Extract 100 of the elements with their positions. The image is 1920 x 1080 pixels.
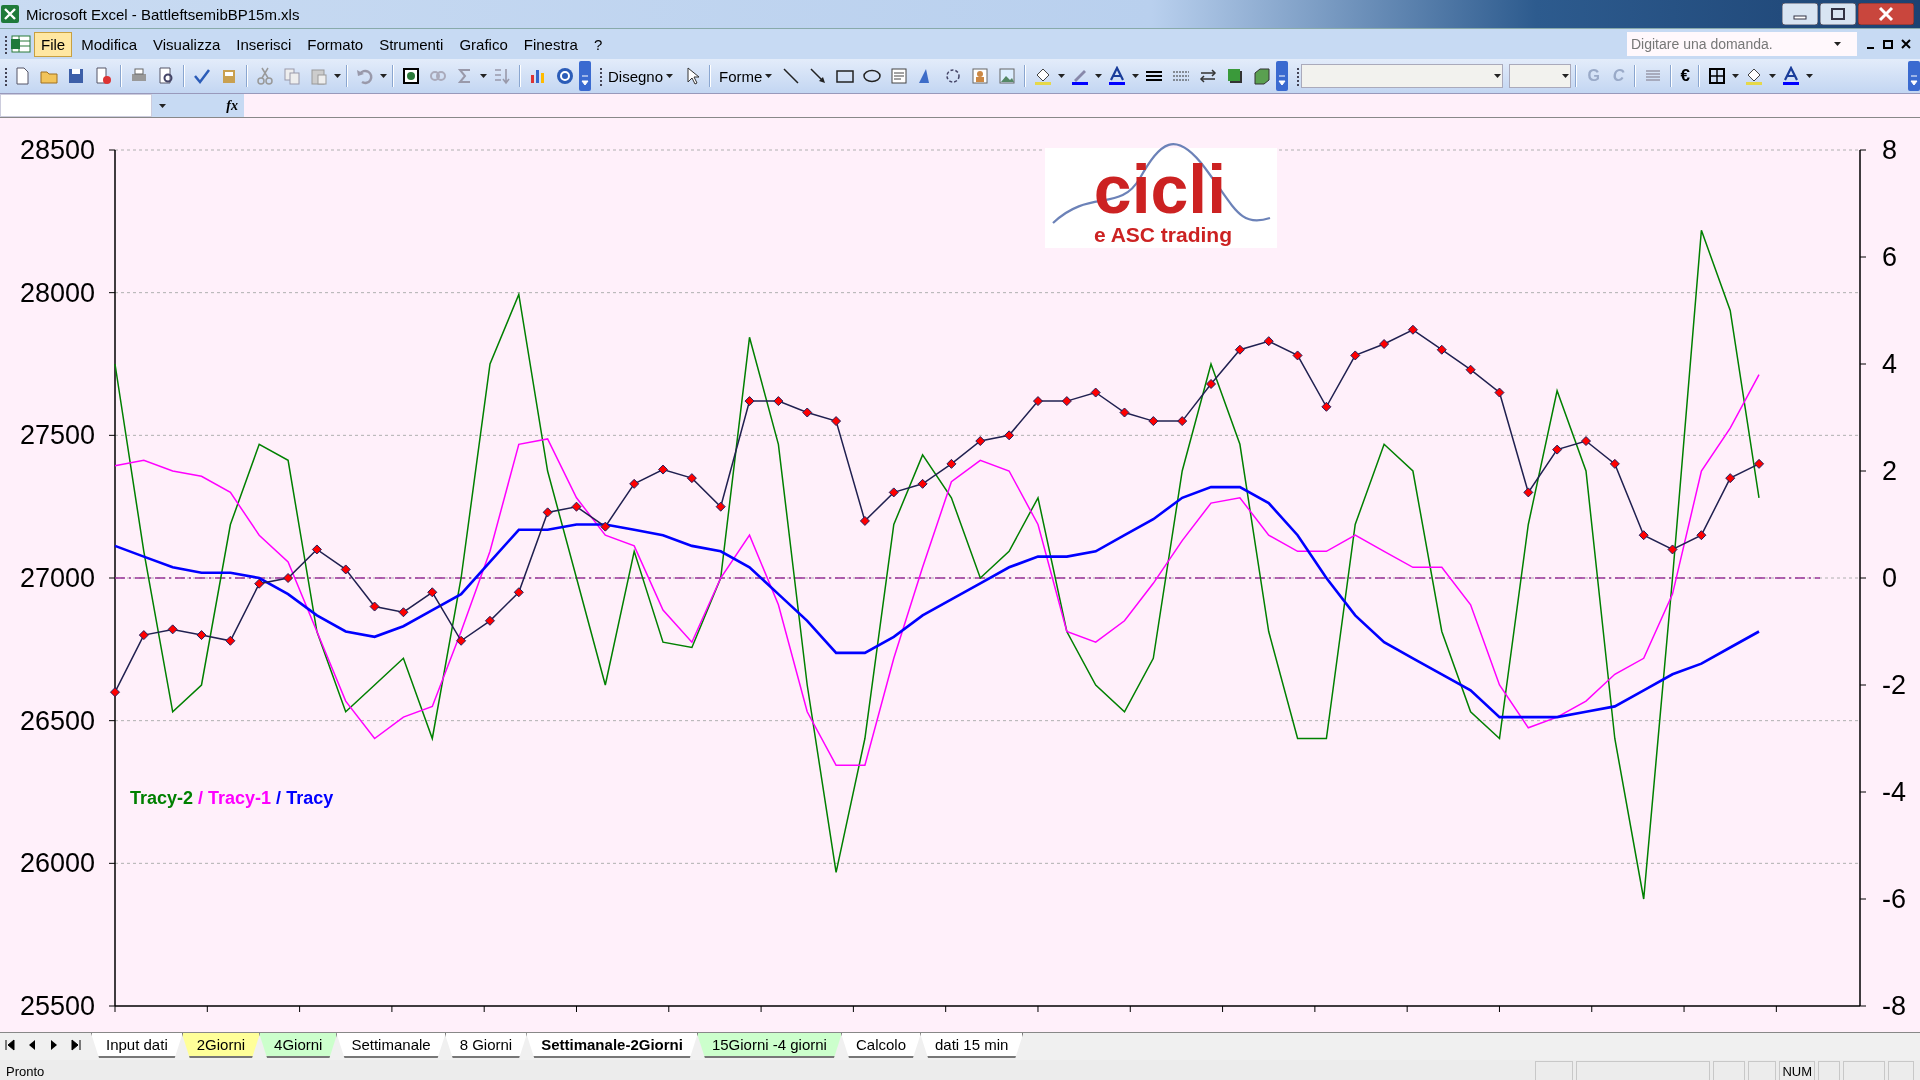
sheet-tab[interactable]: Settimanale [336, 1033, 446, 1058]
axis-label: -4 [1882, 777, 1906, 807]
axis-label: -2 [1882, 670, 1906, 700]
close-icon[interactable] [1858, 3, 1914, 25]
data-point [196, 630, 207, 641]
legend: Tracy-2 / Tracy-1 / Tracy [130, 788, 334, 808]
data-point [398, 607, 409, 618]
toolbar-options-icon[interactable] [1276, 61, 1289, 91]
menu-item[interactable]: Finestra [516, 31, 585, 57]
data-point [1696, 530, 1707, 541]
restore-icon[interactable] [1820, 3, 1856, 25]
axis-label: 4 [1882, 349, 1898, 379]
fill-color-icon[interactable] [1033, 66, 1054, 86]
first-sheet-icon[interactable] [4, 1039, 16, 1051]
sheet-tab[interactable]: 8 Giorni [444, 1033, 528, 1058]
sheet-tab[interactable]: 4Giorni [259, 1033, 338, 1058]
caret-icon[interactable] [333, 71, 342, 81]
sheet-tab[interactable]: 15Giorni -4 giorni [696, 1033, 842, 1058]
data-point [975, 436, 986, 447]
caret-icon[interactable] [1131, 71, 1141, 81]
help-icon[interactable] [555, 66, 575, 86]
caret-icon[interactable] [379, 71, 388, 81]
data-point [254, 578, 265, 589]
data-point [456, 635, 467, 646]
axis-label: 2 [1882, 456, 1898, 486]
data-point [1407, 324, 1418, 335]
cube-icon[interactable] [1252, 66, 1273, 86]
data-point [1206, 378, 1217, 389]
sheet-tab[interactable]: Settimanale-2Giorni [526, 1033, 698, 1058]
caret-icon[interactable] [1493, 71, 1503, 81]
excel-sheet-icon[interactable] [10, 34, 32, 54]
menu-item[interactable]: Strumenti [372, 31, 451, 57]
menu-item[interactable]: File [34, 31, 73, 57]
font-color-icon[interactable] [1780, 66, 1801, 86]
close-icon[interactable] [1900, 37, 1912, 51]
data-point [340, 564, 351, 575]
sheet-tab[interactable]: Input dati [91, 1033, 183, 1058]
caret-icon[interactable] [479, 71, 488, 81]
data-point [686, 473, 697, 484]
caret-icon[interactable] [1561, 71, 1571, 81]
fill-color-icon[interactable] [1743, 66, 1764, 86]
data-point [1350, 350, 1361, 361]
caret-icon[interactable] [665, 71, 675, 81]
sheet-tab[interactable]: Calcolo [840, 1033, 921, 1058]
restore-icon[interactable] [1882, 37, 1894, 51]
data-point [1725, 473, 1736, 484]
menu-item[interactable]: ? [586, 31, 610, 57]
toolbar-grip[interactable] [4, 33, 8, 55]
currency-button[interactable]: € [1676, 64, 1694, 88]
menu-item[interactable]: Visualizza [146, 31, 228, 57]
sheet-tab[interactable]: dati 15 min [920, 1033, 1024, 1058]
caret-icon[interactable] [1804, 71, 1814, 81]
menu-item[interactable]: Formato [300, 31, 371, 57]
font-color-icon[interactable] [1107, 66, 1128, 86]
data-point [1292, 350, 1303, 361]
toolbar-grip[interactable] [1296, 65, 1301, 87]
menu-item[interactable]: Grafico [452, 31, 515, 57]
caret-icon[interactable] [1094, 71, 1104, 81]
function-button[interactable]: fx [226, 97, 238, 114]
caret-icon[interactable] [1057, 71, 1067, 81]
calculator-icon[interactable] [401, 66, 421, 86]
toolbar-options-icon[interactable] [1908, 61, 1920, 91]
toolbar-grip[interactable] [599, 65, 603, 87]
status-panel [1818, 1061, 1840, 1080]
caret-icon[interactable] [1730, 71, 1740, 81]
toolbar-options-icon[interactable] [579, 61, 591, 91]
save-icon[interactable] [66, 66, 86, 86]
excel-logo-icon[interactable] [0, 4, 20, 24]
data-point [831, 416, 842, 427]
help-search-field[interactable]: Digitare una domanda. [1626, 31, 1858, 57]
axis-label: 8 [1882, 135, 1898, 165]
axis-label: -8 [1882, 991, 1906, 1021]
menu-item[interactable]: Inserisci [229, 31, 299, 57]
shapes-menu-button[interactable]: Forme [715, 65, 778, 87]
caret-icon[interactable] [764, 71, 774, 81]
font-size-field[interactable] [1509, 64, 1572, 88]
data-point [1638, 530, 1649, 541]
data-point [513, 587, 524, 598]
data-point [283, 573, 294, 583]
clip-art-icon[interactable] [970, 66, 991, 86]
borders-icon[interactable] [1706, 66, 1727, 86]
toolbar-grip[interactable] [4, 65, 8, 87]
data-point [1234, 344, 1245, 355]
text-box-icon[interactable] [889, 66, 910, 86]
data-point [138, 630, 149, 641]
menu-item[interactable]: Modifica [74, 31, 145, 57]
document-lock-icon[interactable] [93, 66, 113, 86]
caret-icon[interactable] [1833, 39, 1842, 49]
data-point [1263, 336, 1274, 347]
image-icon[interactable] [997, 66, 1018, 86]
caret-icon[interactable] [1767, 71, 1777, 81]
data-point [1667, 544, 1678, 555]
sheet-tab[interactable]: 2Giorni [181, 1033, 261, 1058]
axis-label: 0 [1882, 563, 1898, 593]
data-point [1754, 458, 1765, 469]
last-sheet-icon[interactable] [70, 1039, 82, 1051]
help-search-field[interactable]: Digitare una domanda. [1627, 35, 1833, 53]
font-name-field[interactable] [1301, 64, 1504, 88]
draw-menu-button[interactable]: Disegno [604, 65, 679, 87]
data-point [110, 687, 120, 698]
